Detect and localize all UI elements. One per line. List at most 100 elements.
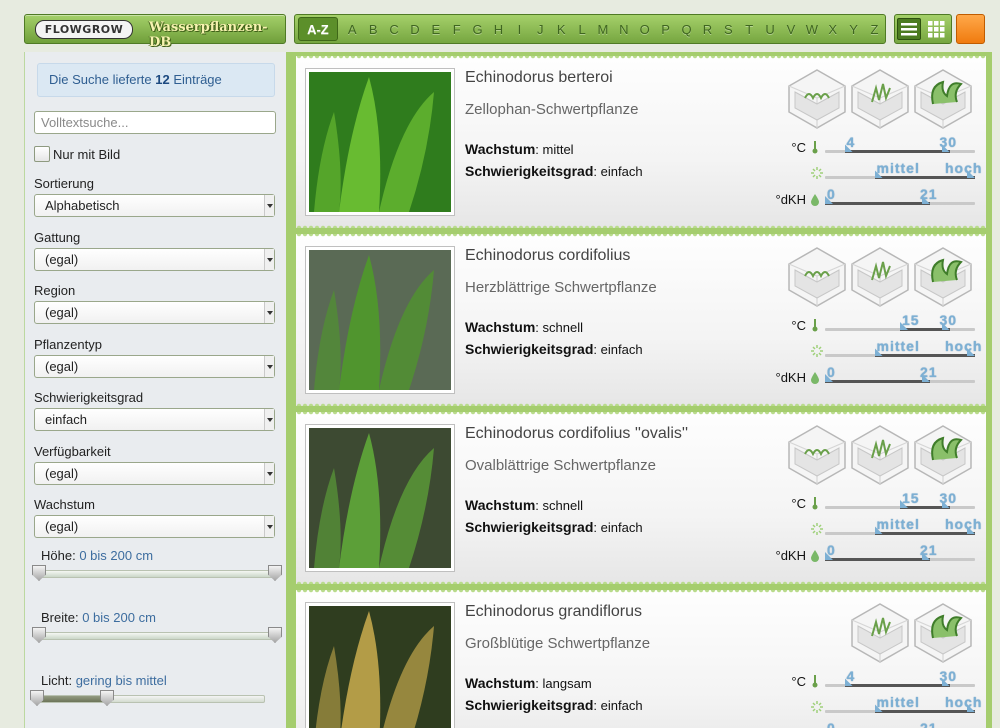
param-unit-label: °dKH xyxy=(775,192,807,207)
plant-thumbnail[interactable] xyxy=(305,246,455,394)
growth-label: Wachstum xyxy=(465,141,536,157)
range-slider[interactable] xyxy=(30,690,265,706)
letter-y[interactable]: Y xyxy=(843,22,864,37)
fulltext-search-input[interactable] xyxy=(34,111,276,134)
carbonate-hardness-range-bar xyxy=(825,202,975,205)
slider-max-handle[interactable] xyxy=(100,690,114,706)
range-slider[interactable] xyxy=(32,627,282,643)
plant-thumbnail[interactable] xyxy=(305,424,455,572)
only-image-filter[interactable]: Nur mit Bild xyxy=(34,146,120,162)
plant-name[interactable]: Echinodorus cordifolius ''ovalis'' xyxy=(465,425,688,443)
letter-w[interactable]: W xyxy=(801,22,822,37)
difficulty-attr: Schwierigkeitsgrad: einfach xyxy=(465,519,643,535)
difficulty-value: einfach xyxy=(600,342,643,357)
slider-max-handle[interactable] xyxy=(268,565,282,581)
view-switcher xyxy=(894,14,952,44)
letter-l[interactable]: L xyxy=(572,22,593,37)
plant-card[interactable]: Echinodorus cordifolius ''ovalis'' Ovalbl… xyxy=(296,412,986,584)
letter-b[interactable]: B xyxy=(363,22,384,37)
only-image-checkbox[interactable] xyxy=(34,146,50,162)
carbonate-hardness-range-fill xyxy=(825,202,930,205)
plant-thumbnail[interactable] xyxy=(305,68,455,216)
growth-attr: Wachstum: schnell xyxy=(465,319,583,335)
letter-i[interactable]: I xyxy=(509,22,530,37)
letter-p[interactable]: P xyxy=(655,22,676,37)
grid-view-button[interactable] xyxy=(925,18,949,40)
aquarium-position-icon xyxy=(850,602,910,664)
range-value: 0 bis 200 cm xyxy=(82,610,156,625)
letter-z[interactable]: Z xyxy=(864,22,885,37)
aquarium-position-icon xyxy=(850,246,910,308)
letter-u[interactable]: U xyxy=(760,22,781,37)
letter-m[interactable]: M xyxy=(593,22,614,37)
letter-n[interactable]: N xyxy=(613,22,634,37)
list-view-button[interactable] xyxy=(897,18,921,40)
letter-a-z[interactable]: A-Z xyxy=(298,17,338,41)
chevron-down-icon xyxy=(264,355,274,377)
plant-card[interactable]: Echinodorus grandiflorus Großblütige Schw… xyxy=(296,590,986,728)
grid-view-icon xyxy=(928,21,945,38)
plant-name[interactable]: Echinodorus grandiflorus xyxy=(465,603,642,621)
letter-t[interactable]: T xyxy=(739,22,760,37)
plant-card[interactable]: Echinodorus cordifolius Herzblättrige Sch… xyxy=(296,234,986,406)
letter-a[interactable]: A xyxy=(342,22,363,37)
filter-select-value: (egal) xyxy=(45,465,79,481)
letter-h[interactable]: H xyxy=(488,22,509,37)
letter-s[interactable]: S xyxy=(718,22,739,37)
letter-v[interactable]: V xyxy=(781,22,802,37)
difficulty-label: Schwierigkeitsgrad xyxy=(465,163,594,179)
filter-select[interactable]: (egal) xyxy=(34,247,275,271)
chevron-down-icon xyxy=(264,462,274,484)
letter-e[interactable]: E xyxy=(425,22,446,37)
plant-name[interactable]: Echinodorus cordifolius xyxy=(465,247,630,265)
letter-r[interactable]: R xyxy=(697,22,718,37)
range-label-text: Höhe: xyxy=(41,548,76,563)
letter-k[interactable]: K xyxy=(551,22,572,37)
slider-max-handle[interactable] xyxy=(268,627,282,643)
menu-button[interactable] xyxy=(956,14,985,44)
filter-label: Sortierung xyxy=(34,176,94,191)
result-prefix: Die Suche lieferte xyxy=(49,72,152,87)
range-label-text: Licht: xyxy=(41,673,73,688)
filter-select[interactable]: (egal) xyxy=(34,461,275,485)
filter-select[interactable]: einfach xyxy=(34,408,275,431)
letter-c[interactable]: C xyxy=(384,22,405,37)
chevron-down-icon xyxy=(264,195,274,216)
plant-thumbnail[interactable] xyxy=(305,602,455,728)
letter-q[interactable]: Q xyxy=(676,22,697,37)
light-icon xyxy=(810,165,823,179)
letter-g[interactable]: G xyxy=(467,22,488,37)
aquarium-position-icon xyxy=(787,246,847,308)
param-unit-label: °C xyxy=(791,496,806,511)
logo[interactable]: FLOWGROW Wasserpflanzen-DB xyxy=(24,14,286,50)
chevron-down-icon xyxy=(264,302,274,323)
letter-x[interactable]: X xyxy=(822,22,843,37)
letter-j[interactable]: J xyxy=(530,22,551,37)
slider-min-handle[interactable] xyxy=(30,690,44,706)
filter-select[interactable]: (egal) xyxy=(34,515,275,538)
slider-min-handle[interactable] xyxy=(32,565,46,581)
filter-sidebar: Die Suche lieferte 12 Einträge Nur mit B… xyxy=(24,52,286,728)
result-count: 12 xyxy=(155,72,170,87)
letter-d[interactable]: D xyxy=(404,22,425,37)
letter-f[interactable]: F xyxy=(446,22,467,37)
aquarium-position-icon xyxy=(850,424,910,486)
light-range-bar xyxy=(825,532,975,535)
growth-label: Wachstum xyxy=(465,675,536,691)
filter-label: Wachstum xyxy=(34,497,95,512)
plant-card[interactable]: Echinodorus berteroi Zellophan-Schwertpfl… xyxy=(296,56,986,228)
carbonate-hardness-range-fill xyxy=(825,380,930,383)
slider-min-handle[interactable] xyxy=(32,627,46,643)
plant-image xyxy=(309,606,451,728)
letter-o[interactable]: O xyxy=(634,22,655,37)
range-slider[interactable] xyxy=(32,565,282,581)
result-count-box: Die Suche lieferte 12 Einträge xyxy=(37,63,275,97)
light-min-value: mittel xyxy=(876,516,920,532)
plant-name[interactable]: Echinodorus berteroi xyxy=(465,69,613,87)
slider-fill xyxy=(43,633,271,639)
filter-select[interactable]: (egal) xyxy=(34,354,275,378)
filter-select[interactable]: Alphabetisch xyxy=(34,194,275,217)
filter-label: Schwierigkeitsgrad xyxy=(34,390,144,405)
db-title: Wasserpflanzen-DB xyxy=(149,20,268,50)
filter-select[interactable]: (egal) xyxy=(34,301,275,324)
